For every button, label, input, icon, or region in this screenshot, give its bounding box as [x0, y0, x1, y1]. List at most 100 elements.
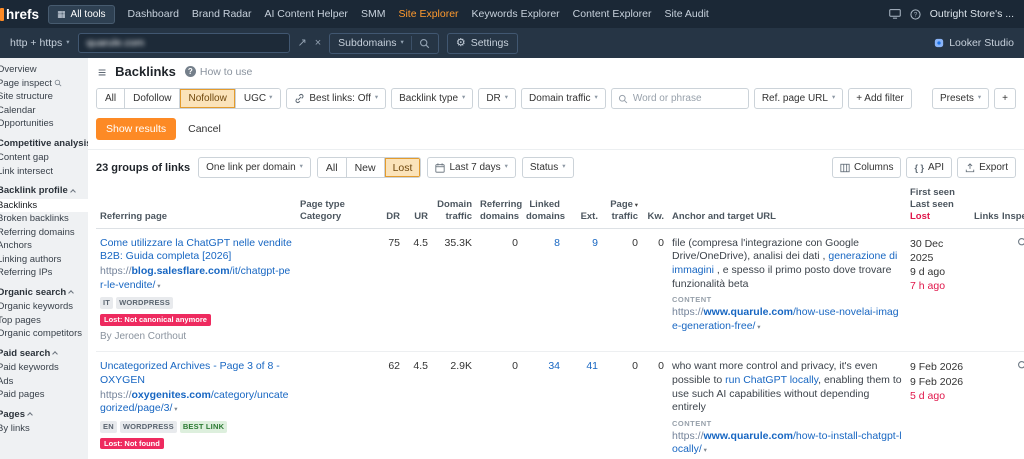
sidebar-item-backlinks[interactable]: Backlinks [0, 198, 88, 212]
referring-page-link[interactable]: Come utilizzare la ChatGPT nelle vendite… [100, 237, 292, 264]
column-header-anchor[interactable]: Anchor and target URL [668, 185, 906, 229]
backlink-type-filter[interactable]: Backlink type ▾ [391, 88, 474, 109]
cell-ext: 9 [564, 228, 602, 353]
export-button[interactable]: Export [957, 157, 1016, 178]
show-results-button[interactable]: Show results [96, 118, 177, 140]
filter-ugc[interactable]: UGC ▾ [234, 89, 281, 108]
sidebar-item-organic-competitors[interactable]: Organic competitors [0, 327, 88, 341]
sidebar-section-pages[interactable]: Pages [0, 408, 88, 422]
nav-item-brand-radar[interactable]: Brand Radar [192, 8, 252, 20]
status-new[interactable]: New [345, 158, 384, 177]
ref-page-url-filter[interactable]: Ref. page URL ▾ [753, 88, 844, 109]
api-button[interactable]: { } API [906, 157, 953, 178]
sidebar-item-by-links[interactable]: By links [0, 422, 88, 436]
nav-item-smm[interactable]: SMM [361, 8, 386, 20]
status-all[interactable]: All [317, 158, 346, 177]
phrase-search[interactable] [610, 88, 749, 109]
sidebar-item-calendar[interactable]: Calendar [0, 104, 88, 118]
linked_domains-count-link[interactable]: 34 [548, 360, 560, 372]
column-header-page_traffic[interactable]: Page ▾ traffic [602, 185, 642, 229]
target-url[interactable]: https://www.quarule.com/how-use-novelai-… [672, 306, 899, 332]
sidebar-item-linking-authors[interactable]: Linking authors [0, 253, 88, 267]
sidebar-item-top-pages[interactable]: Top pages [0, 314, 88, 328]
sidebar-section-organic-search[interactable]: Organic search [0, 286, 88, 300]
protocol-dropdown[interactable]: http + https ▾ [10, 37, 70, 49]
sidebar-item-organic-keywords[interactable]: Organic keywords [0, 300, 88, 314]
column-header-kw[interactable]: Kw. [642, 185, 668, 229]
group-dropdown[interactable]: One link per domain ▾ [198, 157, 311, 178]
sidebar-item-overview[interactable]: Overview [0, 63, 88, 77]
help-icon[interactable]: ? [910, 8, 921, 20]
sidebar-item-site-structure[interactable]: Site structure [0, 90, 88, 104]
external-link-icon[interactable]: ↗ [298, 37, 307, 49]
linked_domains-count-link[interactable]: 8 [554, 237, 560, 249]
settings-button[interactable]: ⚙ Settings [446, 32, 518, 54]
inspect-icon[interactable] [1017, 237, 1024, 248]
dr-filter[interactable]: DR ▾ [478, 88, 517, 109]
referring-page-link[interactable]: Uncategorized Archives - Page 3 of 8 - O… [100, 360, 292, 387]
best-links-off-filter[interactable]: Best links: Off ▾ [286, 88, 387, 109]
sidebar-item-paid-keywords[interactable]: Paid keywords [0, 361, 88, 375]
referring-page-url[interactable]: https://oxygenites.com/category/uncatego… [100, 389, 289, 415]
referring-page-url[interactable]: https://blog.salesflare.com/it/chatgpt-p… [100, 265, 290, 291]
filter-dofollow[interactable]: Dofollow [124, 89, 180, 108]
sidebar-item-broken-backlinks[interactable]: Broken backlinks [0, 212, 88, 226]
add-preset-button[interactable]: + [994, 88, 1016, 109]
presets-dropdown[interactable]: Presets ▾ [931, 88, 990, 109]
ext-count-link[interactable]: 9 [592, 237, 598, 249]
columns-button[interactable]: Columns [831, 157, 902, 178]
status-dropdown[interactable]: Status ▾ [521, 157, 574, 178]
sidebar-item-page-inspect[interactable]: Page inspect [0, 77, 88, 91]
sidebar-item-link-intersect[interactable]: Link intersect [0, 165, 88, 179]
column-header-ext[interactable]: Ext. [564, 185, 602, 229]
column-header-referring[interactable]: Referring page [96, 185, 296, 229]
sidebar-section-backlink-profile[interactable]: Backlink profile [0, 184, 88, 198]
menu-toggle-icon[interactable]: ≡ [98, 65, 106, 79]
search-icon[interactable] [419, 38, 430, 49]
sidebar-item-paid-pages[interactable]: Paid pages [0, 388, 88, 402]
site-input[interactable]: quarule.com [77, 33, 290, 53]
how-to-use-link[interactable]: ? How to use [184, 66, 252, 78]
nav-item-content-explorer[interactable]: Content Explorer [573, 8, 652, 20]
scope-dropdown[interactable]: Subdomains ▾ [338, 37, 404, 49]
column-header-referring_domains[interactable]: Referring domains [476, 185, 522, 229]
nav-item-dashboard[interactable]: Dashboard [128, 8, 179, 20]
phrase-search-input[interactable] [632, 93, 742, 104]
cancel-button[interactable]: Cancel [188, 123, 221, 135]
sidebar-item-referring-domains[interactable]: Referring domains [0, 226, 88, 240]
ahrefs-logo[interactable]: hrefs [0, 7, 39, 22]
nav-item-site-explorer[interactable]: Site Explorer [398, 8, 458, 20]
column-header-domain_traffic[interactable]: Domain traffic [432, 185, 476, 229]
status-lost[interactable]: Lost [383, 158, 421, 177]
sidebar-section-competitive-analysis[interactable]: Competitive analysis [0, 137, 88, 151]
account-menu[interactable]: Outright Store's ... [930, 8, 1014, 20]
column-header-linked_domains[interactable]: Linked domains [522, 185, 565, 229]
nav-item-keywords-explorer[interactable]: Keywords Explorer [472, 8, 560, 20]
domain-traffic-filter[interactable]: Domain traffic ▾ [521, 88, 606, 109]
date-range-dropdown[interactable]: Last 7 days ▾ [427, 157, 516, 178]
inspect-icon[interactable] [1017, 360, 1024, 371]
add-filter-filter[interactable]: + Add filter [848, 88, 912, 109]
sidebar-item-opportunities[interactable]: Opportunities [0, 117, 88, 131]
close-icon[interactable]: × [315, 37, 321, 49]
ext-count-link[interactable]: 41 [586, 360, 598, 372]
looker-studio-link[interactable]: Looker Studio [934, 37, 1014, 49]
column-header-dates[interactable]: First seen Last seen Lost [906, 185, 970, 229]
target-url[interactable]: https://www.quarule.com/how-to-install-c… [672, 430, 902, 456]
filter-nofollow[interactable]: Nofollow [179, 89, 235, 108]
sidebar-item-anchors[interactable]: Anchors [0, 239, 88, 253]
column-header-links[interactable]: Links [970, 185, 999, 229]
column-header-inspect[interactable]: Inspect [998, 185, 1024, 229]
sidebar-item-referring-ips[interactable]: Referring IPs [0, 266, 88, 280]
column-header-dr[interactable]: DR [374, 185, 404, 229]
all-tools-button[interactable]: ▦ All tools [48, 4, 115, 24]
filter-all[interactable]: All [97, 89, 125, 108]
nav-item-ai-content-helper[interactable]: AI Content Helper [264, 8, 347, 20]
sidebar-section-paid-search[interactable]: Paid search [0, 347, 88, 361]
sidebar-item-content-gap[interactable]: Content gap [0, 151, 88, 165]
column-header-pagetype[interactable]: Page type Category [296, 185, 374, 229]
monitor-icon[interactable] [888, 9, 901, 19]
sidebar-item-ads[interactable]: Ads [0, 375, 88, 389]
column-header-ur[interactable]: UR [404, 185, 432, 229]
nav-item-site-audit[interactable]: Site Audit [664, 8, 708, 20]
